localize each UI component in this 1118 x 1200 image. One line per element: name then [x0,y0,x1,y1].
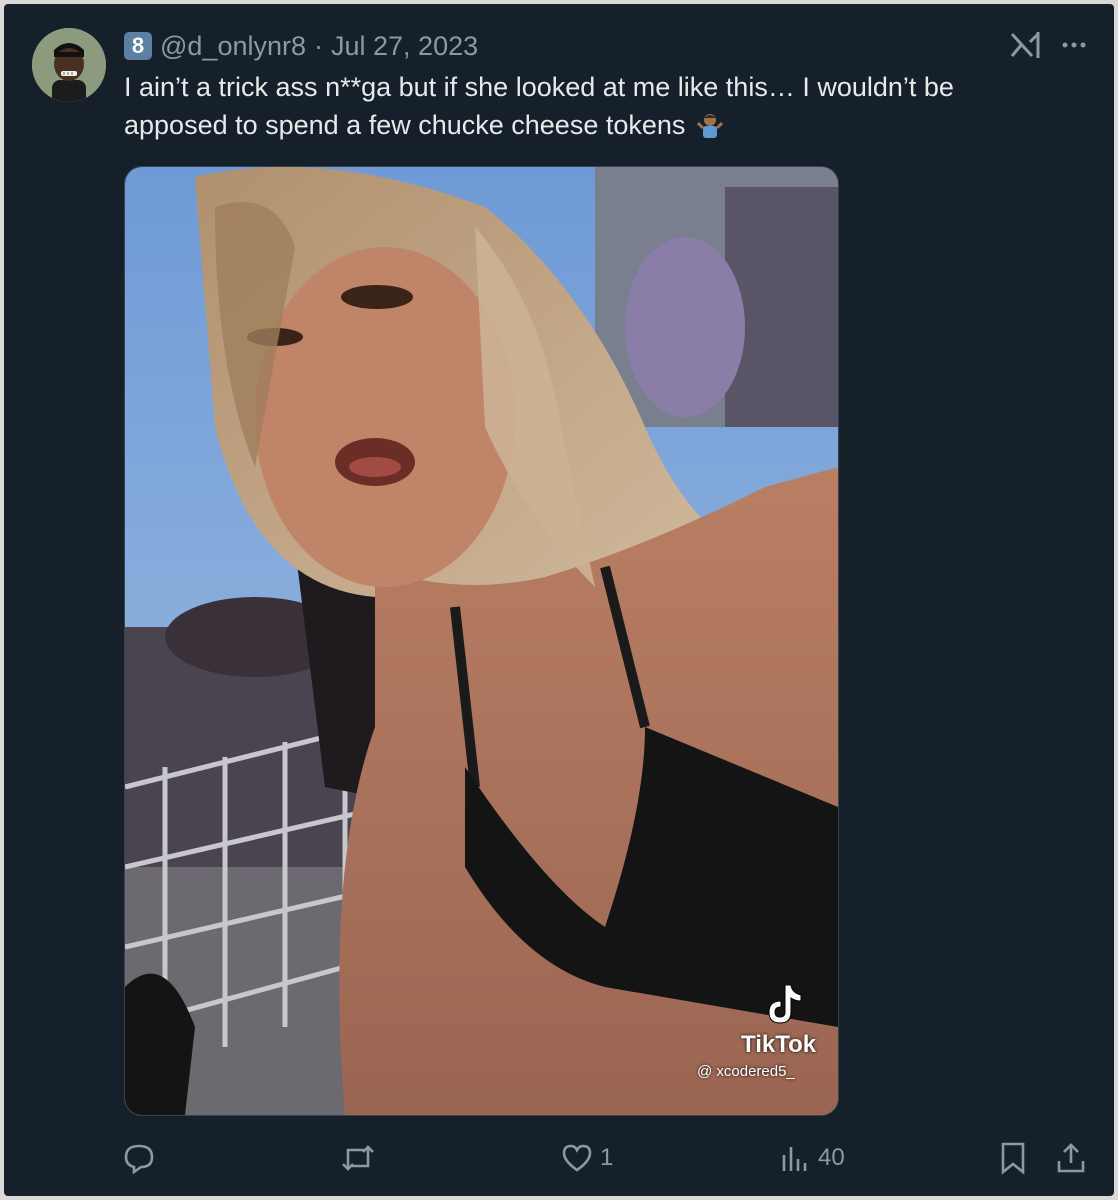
tiktok-watermark-brand: TikTok [741,1031,817,1058]
share-icon [1057,1143,1085,1173]
tweet-card: 8 @d_onlynr8 · Jul 27, 2023 I ain’t a tr… [4,4,1114,1196]
grok-icon[interactable] [1008,30,1044,60]
tweet-text: I ain’t a trick ass n**ga but if she loo… [124,68,1024,144]
avatar[interactable] [32,28,106,102]
person-shrugging-emoji [696,110,723,138]
action-bar: 1 40 [122,1138,1088,1178]
top-right-controls [1008,30,1086,60]
like-button[interactable]: 1 [560,1138,613,1178]
more-options-icon[interactable] [1062,41,1086,49]
tweet-text-content: I ain’t a trick ass n**ga but if she loo… [124,72,954,140]
like-count: 1 [600,1144,614,1171]
tweet-date[interactable]: Jul 27, 2023 [331,31,478,62]
views-icon [782,1147,807,1171]
user-handle[interactable]: @d_onlynr8 [160,31,306,62]
share-button[interactable] [1054,1138,1088,1178]
tiktok-logo-icon [768,984,802,1024]
retweet-icon [342,1145,374,1171]
reply-button[interactable] [122,1138,162,1178]
bookmark-icon [1001,1142,1025,1175]
views-button[interactable]: 40 [778,1138,845,1178]
tweet-header: 8 @d_onlynr8 · Jul 27, 2023 [124,28,478,64]
reply-icon [124,1144,154,1175]
heart-icon [562,1144,592,1172]
views-count: 40 [818,1144,845,1171]
header-separator: · [314,30,323,61]
tiktok-watermark-handle: @ xcodered5_ [697,1063,795,1080]
retweet-button[interactable] [340,1138,382,1178]
media-video[interactable]: TikTok @ xcodered5_ [124,166,839,1116]
number-badge: 8 [124,32,152,60]
bookmark-button[interactable] [998,1138,1028,1178]
